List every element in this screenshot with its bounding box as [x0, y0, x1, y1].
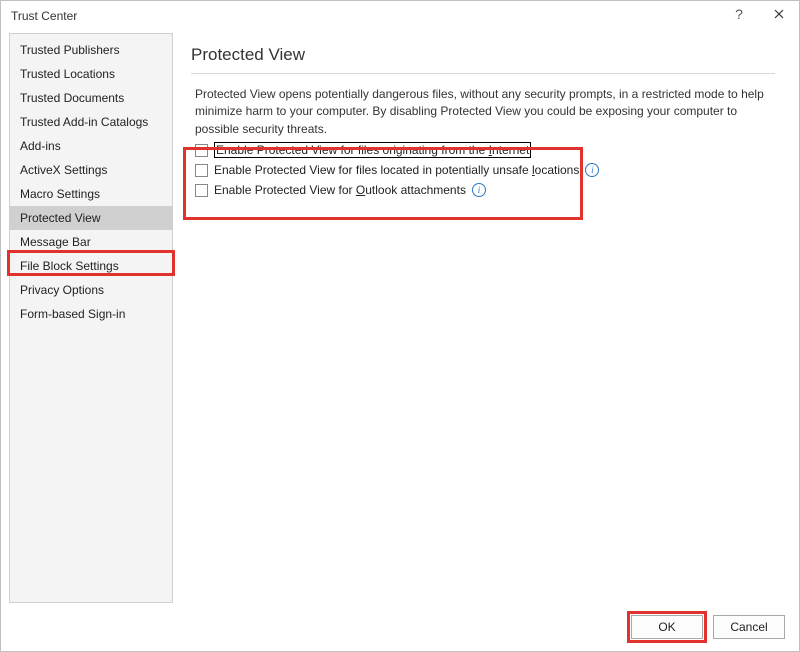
checkbox-label-0[interactable]: Enable Protected View for files originat…: [214, 143, 531, 157]
section-title: Protected View: [191, 45, 775, 74]
cancel-button[interactable]: Cancel: [713, 615, 785, 639]
titlebar-buttons: ?: [719, 1, 799, 27]
sidebar-item-trusted-publishers[interactable]: Trusted Publishers: [10, 38, 172, 62]
sidebar-item-add-ins[interactable]: Add-ins: [10, 134, 172, 158]
sidebar-item-privacy-options[interactable]: Privacy Options: [10, 278, 172, 302]
sidebar: Trusted PublishersTrusted LocationsTrust…: [9, 33, 173, 603]
section-description: Protected View opens potentially dangero…: [191, 84, 775, 138]
main-panel: Protected View Protected View opens pote…: [173, 33, 791, 603]
help-button[interactable]: ?: [719, 1, 759, 27]
sidebar-item-activex-settings[interactable]: ActiveX Settings: [10, 158, 172, 182]
sidebar-item-trusted-add-in-catalogs[interactable]: Trusted Add-in Catalogs: [10, 110, 172, 134]
checkbox-1[interactable]: [195, 164, 208, 177]
checkbox-area: Enable Protected View for files originat…: [191, 140, 775, 200]
info-icon[interactable]: i: [472, 183, 486, 197]
checkbox-label-1[interactable]: Enable Protected View for files located …: [214, 163, 579, 177]
sidebar-item-file-block-settings[interactable]: File Block Settings: [10, 254, 172, 278]
checkbox-row-2: Enable Protected View for Outlook attach…: [191, 180, 775, 200]
sidebar-item-macro-settings[interactable]: Macro Settings: [10, 182, 172, 206]
sidebar-item-form-based-sign-in[interactable]: Form-based Sign-in: [10, 302, 172, 326]
checkbox-row-0: Enable Protected View for files originat…: [191, 140, 775, 160]
close-icon: [774, 9, 784, 19]
window-title: Trust Center: [11, 9, 77, 23]
checkbox-2[interactable]: [195, 184, 208, 197]
checkbox-0[interactable]: [195, 144, 208, 157]
close-button[interactable]: [759, 1, 799, 27]
sidebar-item-message-bar[interactable]: Message Bar: [10, 230, 172, 254]
sidebar-item-trusted-locations[interactable]: Trusted Locations: [10, 62, 172, 86]
titlebar: Trust Center: [1, 1, 799, 31]
checkbox-label-2[interactable]: Enable Protected View for Outlook attach…: [214, 183, 466, 197]
dialog-button-row: OK Cancel: [631, 615, 785, 639]
checkbox-row-1: Enable Protected View for files located …: [191, 160, 775, 180]
info-icon[interactable]: i: [585, 163, 599, 177]
ok-button[interactable]: OK: [631, 615, 703, 639]
sidebar-item-trusted-documents[interactable]: Trusted Documents: [10, 86, 172, 110]
sidebar-item-protected-view[interactable]: Protected View: [10, 206, 172, 230]
